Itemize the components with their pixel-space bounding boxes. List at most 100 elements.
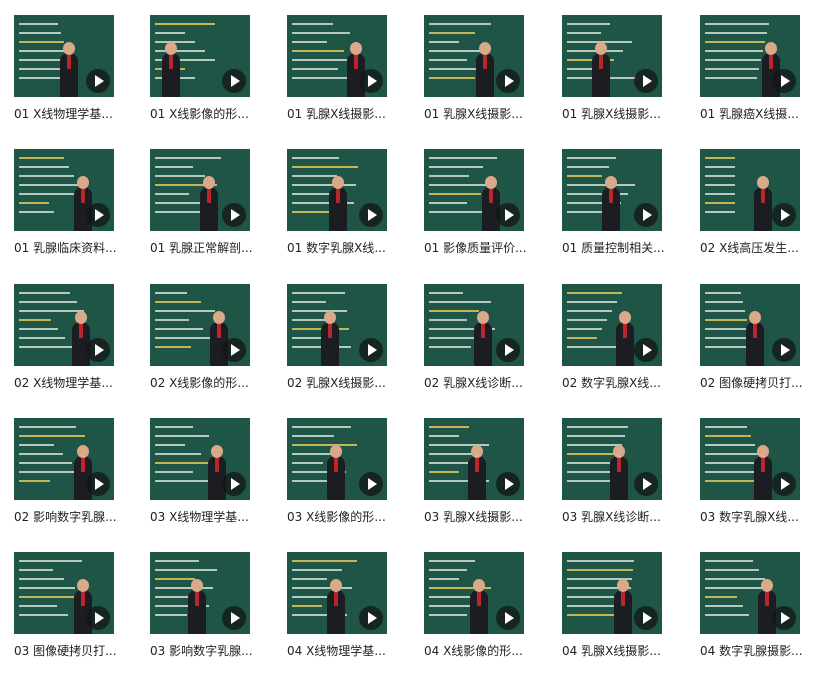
video-thumbnail[interactable] xyxy=(14,149,114,231)
video-title[interactable]: 02 影响数字乳腺... xyxy=(14,508,138,526)
video-title[interactable]: 02 X线物理学基... xyxy=(14,374,138,392)
play-icon[interactable] xyxy=(86,69,110,93)
play-icon[interactable] xyxy=(222,606,246,630)
play-icon[interactable] xyxy=(222,203,246,227)
video-title[interactable]: 01 数字乳腺X线... xyxy=(287,239,411,257)
video-card[interactable]: 04 X线影像的形... xyxy=(424,552,548,678)
video-title[interactable]: 01 质量控制相关... xyxy=(562,239,686,257)
play-icon[interactable] xyxy=(86,338,110,362)
video-title[interactable]: 03 图像硬拷贝打... xyxy=(14,642,138,660)
video-thumbnail[interactable] xyxy=(14,552,114,634)
play-icon[interactable] xyxy=(359,69,383,93)
video-thumbnail[interactable] xyxy=(14,284,114,366)
video-card[interactable]: 03 乳腺X线诊断... xyxy=(562,418,686,544)
video-title[interactable]: 01 乳腺X线摄影... xyxy=(424,105,548,123)
video-thumbnail[interactable] xyxy=(700,149,800,231)
play-icon[interactable] xyxy=(496,69,520,93)
video-card[interactable]: 02 乳腺X线摄影... xyxy=(287,284,411,410)
video-card[interactable]: 01 乳腺正常解剖... xyxy=(150,149,274,275)
video-thumbnail[interactable] xyxy=(150,284,250,366)
video-title[interactable]: 01 X线影像的形... xyxy=(150,105,274,123)
video-card[interactable]: 02 乳腺X线诊断... xyxy=(424,284,548,410)
video-title[interactable]: 01 乳腺X线摄影... xyxy=(562,105,686,123)
video-thumbnail[interactable] xyxy=(562,149,662,231)
video-card[interactable]: 01 乳腺X线摄影... xyxy=(287,15,411,141)
video-title[interactable]: 03 影响数字乳腺... xyxy=(150,642,274,660)
video-thumbnail[interactable] xyxy=(424,284,524,366)
video-title[interactable]: 02 图像硬拷贝打... xyxy=(700,374,824,392)
play-icon[interactable] xyxy=(772,203,796,227)
video-thumbnail[interactable] xyxy=(424,418,524,500)
play-icon[interactable] xyxy=(634,69,658,93)
video-title[interactable]: 03 乳腺X线诊断... xyxy=(562,508,686,526)
video-title[interactable]: 03 X线影像的形... xyxy=(287,508,411,526)
play-icon[interactable] xyxy=(359,472,383,496)
video-thumbnail[interactable] xyxy=(150,418,250,500)
video-title[interactable]: 01 乳腺临床资料... xyxy=(14,239,138,257)
video-title[interactable]: 01 X线物理学基... xyxy=(14,105,138,123)
video-thumbnail[interactable] xyxy=(14,418,114,500)
play-icon[interactable] xyxy=(496,606,520,630)
video-thumbnail[interactable] xyxy=(14,15,114,97)
play-icon[interactable] xyxy=(86,606,110,630)
video-title[interactable]: 01 乳腺正常解剖... xyxy=(150,239,274,257)
video-card[interactable]: 03 X线物理学基... xyxy=(150,418,274,544)
play-icon[interactable] xyxy=(359,606,383,630)
video-card[interactable]: 01 X线物理学基... xyxy=(14,15,138,141)
play-icon[interactable] xyxy=(496,203,520,227)
video-card[interactable]: 01 乳腺X线摄影... xyxy=(562,15,686,141)
video-card[interactable]: 02 数字乳腺X线... xyxy=(562,284,686,410)
video-title[interactable]: 01 乳腺X线摄影... xyxy=(287,105,411,123)
video-thumbnail[interactable] xyxy=(287,15,387,97)
video-title[interactable]: 02 X线高压发生... xyxy=(700,239,824,257)
video-title[interactable]: 03 乳腺X线摄影... xyxy=(424,508,548,526)
video-thumbnail[interactable] xyxy=(700,418,800,500)
play-icon[interactable] xyxy=(772,606,796,630)
video-card[interactable]: 02 X线物理学基... xyxy=(14,284,138,410)
video-thumbnail[interactable] xyxy=(287,284,387,366)
video-title[interactable]: 02 乳腺X线诊断... xyxy=(424,374,548,392)
video-card[interactable]: 03 X线影像的形... xyxy=(287,418,411,544)
video-thumbnail[interactable] xyxy=(562,15,662,97)
video-title[interactable]: 03 X线物理学基... xyxy=(150,508,274,526)
video-card[interactable]: 01 质量控制相关... xyxy=(562,149,686,275)
video-thumbnail[interactable] xyxy=(562,552,662,634)
play-icon[interactable] xyxy=(634,606,658,630)
video-card[interactable]: 02 X线影像的形... xyxy=(150,284,274,410)
video-title[interactable]: 03 数字乳腺X线... xyxy=(700,508,824,526)
play-icon[interactable] xyxy=(359,338,383,362)
play-icon[interactable] xyxy=(496,338,520,362)
video-title[interactable]: 02 数字乳腺X线... xyxy=(562,374,686,392)
video-thumbnail[interactable] xyxy=(700,15,800,97)
video-thumbnail[interactable] xyxy=(700,552,800,634)
video-card[interactable]: 04 数字乳腺摄影... xyxy=(700,552,824,678)
play-icon[interactable] xyxy=(496,472,520,496)
video-card[interactable]: 04 X线物理学基... xyxy=(287,552,411,678)
video-card[interactable]: 01 乳腺临床资料... xyxy=(14,149,138,275)
video-thumbnail[interactable] xyxy=(150,552,250,634)
play-icon[interactable] xyxy=(634,203,658,227)
play-icon[interactable] xyxy=(86,472,110,496)
video-title[interactable]: 01 影像质量评价... xyxy=(424,239,548,257)
video-card[interactable]: 01 影像质量评价... xyxy=(424,149,548,275)
video-card[interactable]: 04 乳腺X线摄影... xyxy=(562,552,686,678)
play-icon[interactable] xyxy=(634,472,658,496)
video-title[interactable]: 04 数字乳腺摄影... xyxy=(700,642,824,660)
video-thumbnail[interactable] xyxy=(150,15,250,97)
video-thumbnail[interactable] xyxy=(287,418,387,500)
video-card[interactable]: 02 影响数字乳腺... xyxy=(14,418,138,544)
play-icon[interactable] xyxy=(772,338,796,362)
video-title[interactable]: 04 X线影像的形... xyxy=(424,642,548,660)
video-card[interactable]: 03 影响数字乳腺... xyxy=(150,552,274,678)
video-thumbnail[interactable] xyxy=(287,552,387,634)
video-card[interactable]: 03 数字乳腺X线... xyxy=(700,418,824,544)
video-title[interactable]: 02 X线影像的形... xyxy=(150,374,274,392)
video-card[interactable]: 01 数字乳腺X线... xyxy=(287,149,411,275)
video-card[interactable]: 01 乳腺X线摄影... xyxy=(424,15,548,141)
video-card[interactable]: 01 X线影像的形... xyxy=(150,15,274,141)
video-thumbnail[interactable] xyxy=(562,418,662,500)
play-icon[interactable] xyxy=(86,203,110,227)
video-card[interactable]: 02 图像硬拷贝打... xyxy=(700,284,824,410)
video-title[interactable]: 01 乳腺癌X线摄... xyxy=(700,105,824,123)
video-thumbnail[interactable] xyxy=(424,552,524,634)
